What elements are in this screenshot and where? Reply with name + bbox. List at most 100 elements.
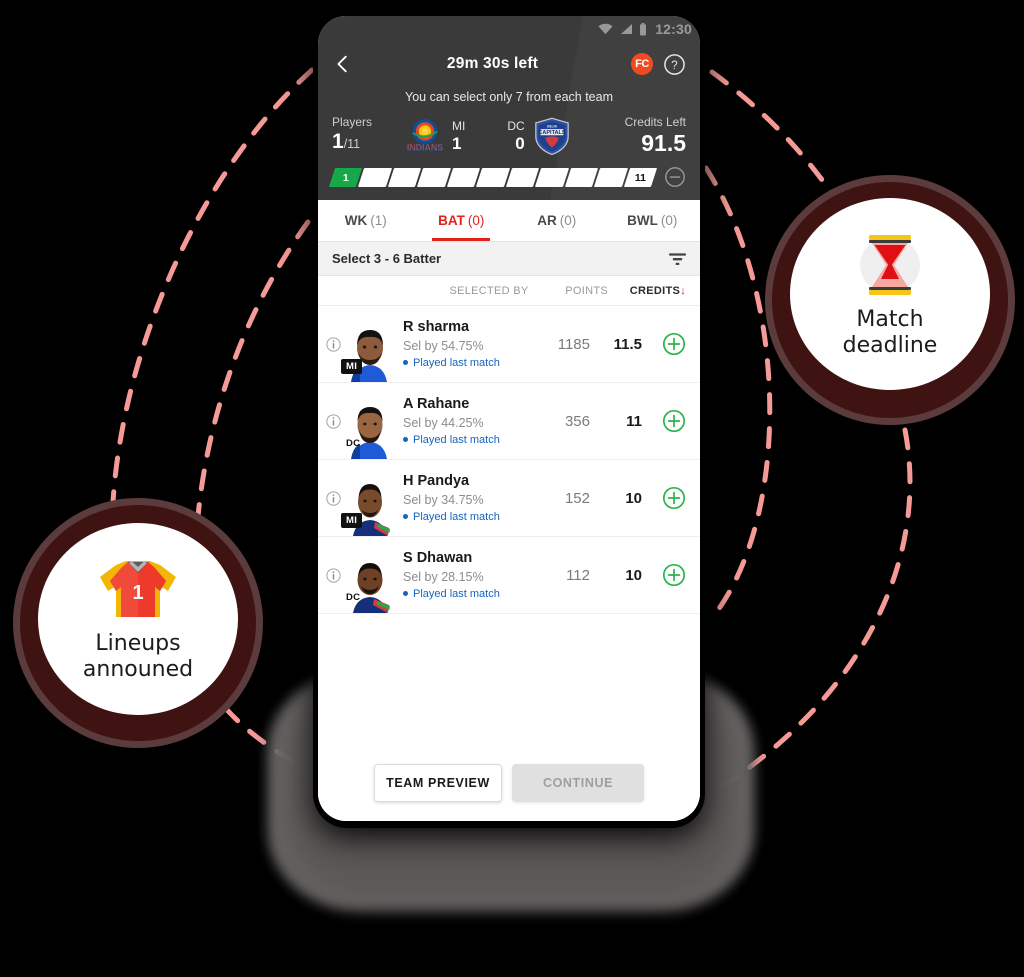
progress-segment — [476, 167, 510, 187]
col-credits-label: CREDITS — [629, 284, 681, 297]
player-played-text: Played last match — [413, 433, 500, 446]
team-dc-count: 0 — [515, 133, 525, 153]
table-row[interactable]: MI H Pandya Sel by 34.75% Played last ma… — [318, 460, 700, 537]
team-mi-code: MI — [452, 118, 466, 133]
player-info: A Rahane Sel by 44.25% Played last match — [403, 395, 530, 448]
avatar: DC — [345, 399, 395, 459]
tab-wk[interactable]: WK (1) — [318, 200, 414, 241]
player-points: 1185 — [557, 335, 590, 353]
col-points[interactable]: POINTS — [548, 285, 608, 297]
fc-badge-icon[interactable]: FC — [631, 53, 653, 75]
players-counter: Players 1/11 — [332, 114, 402, 156]
filter-icon[interactable] — [669, 252, 686, 266]
callout-right-line2: deadline — [842, 333, 938, 358]
svg-text:CAPITALS: CAPITALS — [538, 130, 565, 136]
tab-ar-count: (0) — [559, 213, 577, 228]
player-list: MI R sharma Sel by 54.75% Played last ma… — [318, 306, 700, 745]
player-played-text: Played last match — [413, 510, 500, 523]
signal-icon — [621, 24, 633, 34]
tab-bwl[interactable]: BWL (0) — [605, 200, 701, 241]
progress-segment — [358, 167, 392, 187]
col-selected-by[interactable]: SELECTED BY — [430, 285, 548, 297]
progress-segment: 11 — [623, 167, 658, 187]
players-value: 1/11 — [332, 130, 402, 156]
player-name: A Rahane — [403, 395, 470, 412]
plus-circle-icon[interactable] — [662, 563, 686, 587]
progress-last-label: 11 — [634, 171, 646, 183]
col-credits[interactable]: CREDITS↓ — [608, 285, 686, 297]
avatar: MI — [341, 322, 395, 382]
avatar: MI — [341, 476, 395, 536]
plus-circle-icon[interactable] — [662, 332, 686, 356]
player-played-note: Played last match — [403, 355, 530, 371]
player-name: R sharma — [403, 318, 470, 335]
callout-left-line1: Lineups — [95, 631, 181, 656]
selection-progress-bar: 1 11 — [328, 167, 658, 187]
player-points: 356 — [564, 412, 590, 430]
svg-text:DELHI: DELHI — [547, 125, 557, 129]
player-played-note: Played last match — [403, 509, 530, 525]
team-dc-code: DC — [507, 118, 525, 133]
player-name: S Dhawan — [403, 549, 473, 566]
team-dc-block: DC 0 CAPITALS DELHI — [507, 116, 574, 156]
player-selected-by: Sel by 54.75% — [403, 338, 484, 353]
team-mi-count: 1 — [452, 133, 462, 153]
tab-bat-label: BAT — [438, 213, 465, 228]
info-circle-icon[interactable] — [326, 336, 341, 352]
phone-screen: 12:30 29m 30s left FC ? You can select o… — [318, 16, 700, 821]
player-played-note: Played last match — [403, 432, 530, 448]
tab-ar[interactable]: AR (0) — [509, 200, 605, 241]
tab-bwl-label: BWL — [627, 213, 658, 228]
status-bar: 12:30 — [318, 16, 700, 42]
table-row[interactable]: MI R sharma Sel by 54.75% Played last ma… — [318, 306, 700, 383]
select-range-bar: Select 3 - 6 Batter — [318, 242, 700, 276]
continue-button[interactable]: CONTINUE — [512, 764, 644, 802]
back-chevron-icon[interactable] — [332, 53, 354, 75]
svg-text:INDIANS: INDIANS — [407, 143, 443, 153]
player-credits: 10 — [625, 489, 642, 507]
battery-icon — [640, 22, 647, 35]
help-circle-icon[interactable]: ? — [663, 53, 686, 76]
footer-action-bar: TEAM PREVIEW CONTINUE — [318, 745, 700, 821]
minus-circle-icon[interactable] — [664, 166, 686, 188]
info-circle-icon[interactable] — [326, 413, 341, 429]
plus-circle-icon[interactable] — [662, 409, 686, 433]
player-played-text: Played last match — [413, 356, 500, 369]
progress-segment — [446, 167, 481, 187]
tab-wk-label: WK — [344, 213, 368, 228]
player-points: 112 — [566, 566, 590, 584]
selection-progress-row: 1 11 — [318, 162, 700, 200]
progress-segment — [387, 167, 422, 187]
player-info: H Pandya Sel by 34.75% Played last match — [403, 472, 530, 525]
progress-segment — [593, 167, 628, 187]
tab-ar-label: AR — [537, 213, 557, 228]
info-circle-icon[interactable] — [326, 567, 341, 583]
info-circle-icon[interactable] — [326, 490, 341, 506]
credits-left-value: 91.5 — [641, 130, 686, 156]
team-mi-meta: MI 1 — [452, 119, 465, 154]
plus-circle-icon[interactable] — [662, 486, 686, 510]
hourglass-icon — [860, 235, 920, 295]
col-credits-sort-arrow: ↓ — [680, 284, 686, 297]
team-dc-meta: DC 0 — [507, 119, 524, 154]
player-team-tag: MI — [341, 359, 363, 374]
callout-match-deadline: Match deadline — [772, 182, 1008, 418]
tab-bwl-count: (0) — [660, 213, 678, 228]
player-name: H Pandya — [403, 472, 470, 489]
credits-left-label: Credits Left — [624, 115, 686, 129]
status-dot-icon — [403, 437, 408, 442]
player-played-text: Played last match — [413, 587, 500, 600]
header-top-bar: 29m 30s left FC ? — [318, 42, 700, 86]
tab-bat[interactable]: BAT (0) — [414, 200, 510, 241]
app-header: 29m 30s left FC ? You can select only 7 … — [318, 42, 700, 200]
callout-left-line2: announed — [82, 657, 194, 682]
team-preview-button[interactable]: TEAM PREVIEW — [374, 764, 502, 802]
table-row[interactable]: DC S Dhawan Sel by 28.15% Played last ma… — [318, 537, 700, 614]
wifi-icon — [598, 23, 613, 35]
table-row[interactable]: DC A Rahane Sel by 44.25% Played last ma… — [318, 383, 700, 460]
progress-segment — [535, 167, 569, 187]
player-credits: 10 — [625, 566, 642, 584]
progress-first-label: 1 — [342, 171, 349, 183]
player-played-note: Played last match — [403, 586, 530, 602]
progress-segment: 1 — [328, 167, 363, 187]
